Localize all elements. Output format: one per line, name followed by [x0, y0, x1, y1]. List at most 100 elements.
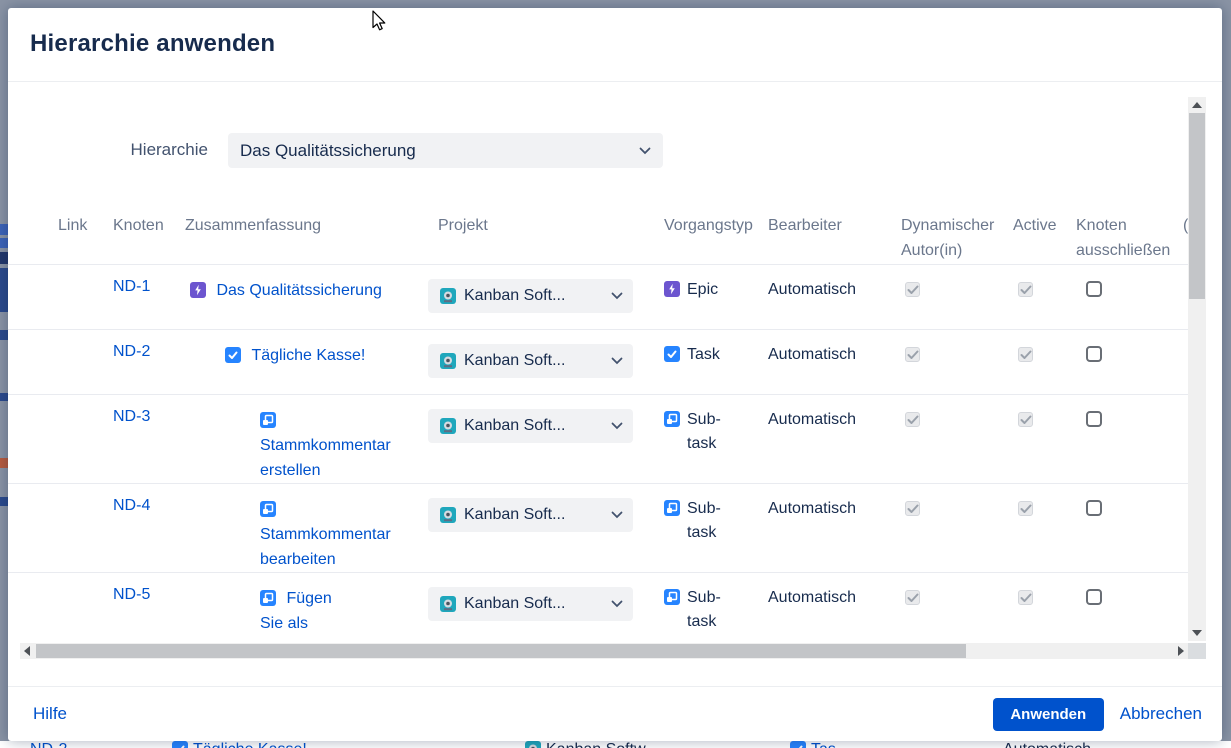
issue-type-label: Task — [687, 343, 720, 367]
background-sidebar-fragment — [0, 458, 8, 468]
assignee-value: Automatisch — [760, 330, 893, 394]
exclude-node-checkbox[interactable] — [1086, 281, 1102, 297]
background-sidebar-fragment — [0, 224, 8, 235]
summary-link[interactable]: Stammkommentar bearbeiten — [260, 526, 391, 568]
task-icon — [664, 346, 680, 362]
node-link[interactable]: ND-4 — [113, 497, 150, 514]
active-checkbox — [1018, 412, 1033, 427]
scroll-right-arrow[interactable] — [1178, 646, 1184, 656]
background-node-link: ND-2 — [30, 741, 67, 748]
scroll-left-arrow[interactable] — [24, 646, 30, 656]
project-avatar-icon — [440, 418, 456, 434]
assignee-value: Automatisch — [760, 395, 893, 483]
dialog-footer: Hilfe Anwenden Abbrechen — [8, 686, 1222, 741]
background-assignee: Automatisch — [1003, 741, 1091, 748]
node-link[interactable]: ND-2 — [113, 343, 150, 360]
project-select-value: Kanban Soft... — [464, 506, 611, 524]
background-sidebar-fragment — [0, 393, 8, 401]
project-select[interactable]: Kanban Soft... — [428, 279, 633, 313]
exclude-node-checkbox[interactable] — [1086, 589, 1102, 605]
subtask-icon — [664, 589, 680, 605]
task-icon — [172, 741, 188, 748]
scroll-up-arrow[interactable] — [1192, 102, 1202, 108]
chevron-down-icon — [611, 292, 623, 300]
summary-link[interactable]: Das Qualitätssicherung — [216, 282, 381, 299]
scrollbar-corner — [1188, 643, 1206, 659]
table-row: ND-4 Stammkommentar bearbeiten Kanban So… — [8, 484, 1188, 573]
vertical-scrollbar[interactable] — [1188, 97, 1206, 641]
exclude-node-checkbox[interactable] — [1086, 411, 1102, 427]
assignee-value: Automatisch — [760, 484, 893, 572]
cancel-link[interactable]: Abbrechen — [1120, 704, 1202, 724]
issue-type-label: Sub-task — [687, 408, 747, 456]
table-row: ND-1 Das Qualitätssicherung Kanban Soft.… — [8, 265, 1188, 330]
background-sidebar-fragment — [0, 252, 8, 264]
active-checkbox — [1018, 347, 1033, 362]
link-cell — [58, 330, 113, 394]
dialog-title: Hierarchie anwenden — [30, 30, 275, 58]
apply-hierarchy-dialog: Hierarchie anwenden Hierarchie Das Quali… — [8, 8, 1222, 741]
column-header-project: Projekt — [428, 210, 658, 264]
issue-type-label: Sub-task — [687, 497, 747, 545]
epic-icon — [190, 281, 206, 297]
mouse-cursor — [372, 10, 388, 32]
horizontal-scrollbar-thumb[interactable] — [36, 644, 966, 658]
chevron-down-icon — [639, 147, 651, 155]
apply-button[interactable]: Anwenden — [993, 698, 1104, 731]
exclude-node-checkbox[interactable] — [1086, 346, 1102, 362]
column-header-exclude-node: Knoten ausschließen — [1068, 210, 1183, 264]
screen: ND-2 Tägliche Kasse! Kanban Softw... Tas… — [0, 0, 1231, 748]
background-summary-link: Tägliche Kasse! — [193, 741, 307, 748]
table-row: ND-3 Stammkommentar erstellen Kanban Sof… — [8, 395, 1188, 484]
scroll-down-arrow[interactable] — [1192, 630, 1202, 636]
column-header-active: Active — [1005, 210, 1068, 264]
table-header-row: Link Knoten Zusammenfassung Projekt Vorg… — [8, 210, 1188, 265]
vertical-scrollbar-thumb[interactable] — [1189, 113, 1205, 299]
hierarchy-select[interactable]: Das Qualitätssicherung — [228, 133, 663, 168]
background-page-row: ND-2 Tägliche Kasse! Kanban Softw... Tas… — [0, 741, 1231, 748]
subtask-icon — [260, 589, 276, 605]
node-link[interactable]: ND-3 — [113, 408, 150, 425]
project-select[interactable]: Kanban Soft... — [428, 344, 633, 378]
issue-type-label: Sub-task — [687, 586, 747, 634]
dynamic-author-checkbox — [905, 347, 920, 362]
subtask-icon — [664, 500, 680, 516]
node-link[interactable]: ND-5 — [113, 586, 150, 603]
link-cell — [58, 573, 113, 641]
summary-link[interactable]: Tägliche Kasse! — [251, 347, 365, 364]
subtask-icon — [260, 500, 276, 516]
project-select-value: Kanban Soft... — [464, 595, 611, 613]
background-project: Kanban Softw... — [546, 741, 658, 748]
chevron-down-icon — [611, 511, 623, 519]
dynamic-author-checkbox — [905, 501, 920, 516]
column-header-node: Knoten — [113, 210, 185, 264]
project-select[interactable]: Kanban Soft... — [428, 498, 633, 532]
project-avatar-icon — [440, 596, 456, 612]
background-issue-type: Tas — [811, 741, 836, 748]
column-header-summary: Zusammenfassung — [185, 210, 428, 264]
active-checkbox — [1018, 501, 1033, 516]
background-sidebar-fragment — [0, 268, 8, 312]
assignee-value: Automatisch — [760, 573, 893, 641]
assignee-value: Automatisch — [760, 265, 893, 329]
project-avatar-icon — [440, 507, 456, 523]
column-header-dynamic-author: Dynamischer Autor(in) — [893, 210, 1005, 264]
horizontal-scrollbar[interactable] — [20, 643, 1188, 659]
help-link[interactable]: Hilfe — [33, 704, 67, 724]
node-link[interactable]: ND-1 — [113, 278, 150, 295]
hierarchy-label: Hierarchie — [68, 140, 208, 160]
link-cell — [58, 484, 113, 572]
table-row: ND-2 Tägliche Kasse! Kanban Soft... Task… — [8, 330, 1188, 395]
column-header-link: Link — [58, 210, 113, 264]
project-select[interactable]: Kanban Soft... — [428, 409, 633, 443]
task-icon — [790, 741, 806, 748]
project-select[interactable]: Kanban Soft... — [428, 587, 633, 621]
project-select-value: Kanban Soft... — [464, 417, 611, 435]
issue-type-label: Epic — [687, 278, 718, 302]
subtask-icon — [664, 411, 680, 427]
hierarchy-select-value: Das Qualitätssicherung — [240, 141, 639, 161]
exclude-node-checkbox[interactable] — [1086, 500, 1102, 516]
dialog-scroll-area: Hierarchie Das Qualitätssicherung Link K… — [8, 82, 1188, 641]
summary-link[interactable]: Stammkommentar erstellen — [260, 437, 391, 479]
project-avatar-icon — [440, 353, 456, 369]
